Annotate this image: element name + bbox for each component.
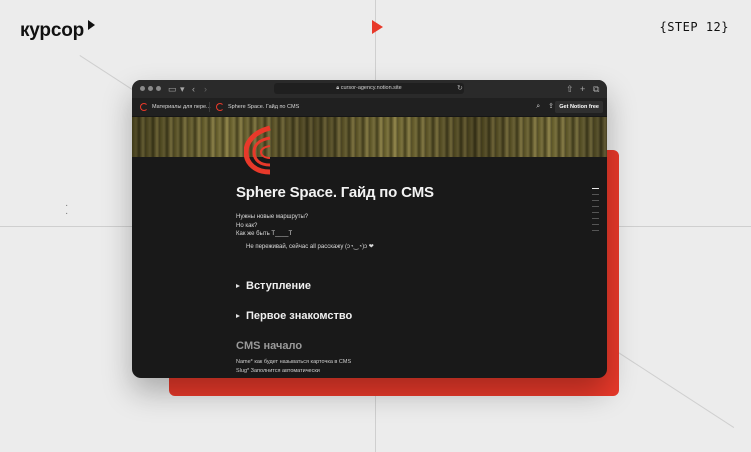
minimize-dot-icon[interactable] <box>148 86 153 91</box>
share-icon[interactable]: ⇪ <box>548 98 554 116</box>
page-logo-icon <box>244 125 271 175</box>
intro-line: Нужны новые маршруты? <box>236 214 309 220</box>
toc-line[interactable] <box>592 194 599 195</box>
brand-logo: курсор <box>20 20 85 41</box>
cursor-logo-icon <box>216 102 224 111</box>
cover-image <box>132 117 607 157</box>
toc-line[interactable] <box>592 224 599 225</box>
url-text: cursor-agency.notion.site <box>340 85 402 91</box>
step-label: {STEP 12} <box>659 20 729 34</box>
share-icon[interactable]: ⇧ <box>566 83 574 95</box>
chevron-down-icon[interactable]: ▾ <box>180 83 185 95</box>
toggle-label: Вступление <box>246 280 311 292</box>
browser-window: ▭ ▾ ‹ › 🔒︎ cursor-agency.notion.site ↻ ⇧… <box>132 80 607 378</box>
toc-line[interactable] <box>592 230 599 231</box>
tab-divider <box>209 102 210 112</box>
callout-text: Не переживай, сейчас all расскажу (ɔ◔‿◔)… <box>246 243 374 250</box>
intro-line: Как же быть Т____Т <box>236 231 293 237</box>
address-bar[interactable]: 🔒︎ cursor-agency.notion.site <box>274 83 464 94</box>
toggle-label: Первое знакомство <box>246 310 353 322</box>
intro-line: Но как? <box>236 222 258 229</box>
toc-line[interactable] <box>592 218 599 219</box>
tab-materials[interactable]: Материалы для пере... <box>140 98 211 116</box>
page-title: Sphere Space. Гайд по CMS <box>236 184 434 201</box>
cms-line: Slug* Заполнится автоматически <box>236 368 320 374</box>
tab-overview-icon[interactable]: ⧉ <box>593 83 599 95</box>
toc-line[interactable] <box>592 200 599 201</box>
new-tab-icon[interactable]: + <box>580 83 585 95</box>
maximize-dot-icon[interactable] <box>156 86 161 91</box>
toggle-intro[interactable]: Вступление <box>236 280 311 292</box>
notion-topbar: Материалы для пере... Sphere Space. Гайд… <box>132 98 607 117</box>
cursor-logo-icon <box>140 102 148 111</box>
cms-heading: CMS начало <box>236 340 303 352</box>
tab-label: Материалы для пере... <box>152 104 211 110</box>
toc-line[interactable] <box>592 206 599 207</box>
tab-label: Sphere Space. Гайд по CMS <box>228 104 300 110</box>
cms-line: Name* как будет называться карточка в CM… <box>236 359 352 365</box>
grid-line-diagonal-right <box>599 340 735 428</box>
browser-titlebar: ▭ ▾ ‹ › 🔒︎ cursor-agency.notion.site ↻ ⇧… <box>132 80 607 98</box>
back-icon[interactable]: ‹ <box>192 83 195 95</box>
get-notion-free-button[interactable]: Get Notion free <box>555 101 603 113</box>
intro-text: Нужны новые маршруты? Но как? Как же быт… <box>236 213 536 239</box>
sidebar-icon[interactable]: ▭ <box>168 83 177 95</box>
toc-line[interactable] <box>592 188 599 189</box>
play-icon <box>372 20 383 34</box>
table-of-contents-indicator[interactable] <box>592 188 599 236</box>
dots-decoration: · · <box>65 200 69 219</box>
toggle-arrow-icon[interactable] <box>236 314 240 318</box>
window-controls[interactable] <box>140 86 161 91</box>
reload-icon[interactable]: ↻ <box>457 83 463 95</box>
close-dot-icon[interactable] <box>140 86 145 91</box>
toc-line[interactable] <box>592 212 599 213</box>
brand-arrow-icon <box>88 20 95 30</box>
tab-cms-guide[interactable]: Sphere Space. Гайд по CMS <box>216 98 299 116</box>
toggle-first-look[interactable]: Первое знакомство <box>236 310 352 322</box>
forward-icon[interactable]: › <box>204 83 207 95</box>
toggle-arrow-icon[interactable] <box>236 284 240 288</box>
page-content: Sphere Space. Гайд по CMS Нужны новые ма… <box>236 184 536 374</box>
search-icon[interactable]: ⌕ <box>536 98 540 116</box>
